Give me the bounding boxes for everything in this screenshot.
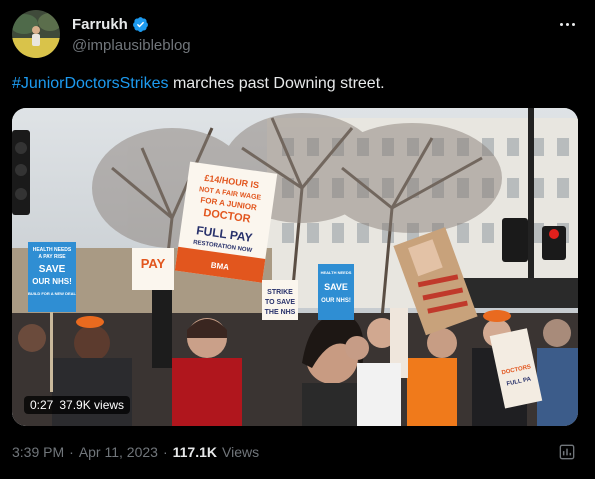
video-views: 37.9K views [59,398,125,412]
avatar[interactable] [12,10,60,58]
tweet-text: #JuniorDoctorsStrikes marches past Downi… [12,75,385,93]
placard-left-line5: BUILD FOR A NEW DEAL [28,291,76,296]
user-handle[interactable]: @implausibleblog [72,37,191,54]
more-options-icon[interactable] [555,12,579,36]
tweet-time-link[interactable]: 3:39 PM [12,444,64,460]
analytics-icon[interactable] [557,442,577,462]
video-player[interactable]: £14/HOUR IS NOT A FAIR WAGE FOR A JUNIOR… [12,108,578,426]
placard-left-line3: SAVE [39,264,66,275]
views-label: Views [222,444,260,460]
avatar-photo-icon [12,10,60,58]
video-info-badge: 0:27 37.9K views [24,396,131,414]
tweet-header: Farrukh @implausibleblog [12,10,583,60]
placard-strike-line3: THE NHS [265,309,296,316]
meta-separator: · [69,444,74,460]
placard-right-line3: OUR NHS! [321,298,351,304]
placard-right-line1: HEALTH NEEDS [321,270,352,275]
placard-left-line1: HEALTH NEEDS [33,247,72,253]
placard-left-line2: A PAY RISE [38,254,66,260]
tweet-metadata: 3:39 PM · Apr 11, 2023 · 117.1K Views [12,444,259,460]
meta-separator: · [162,444,168,460]
placard-left-line4: OUR NHS! [32,277,72,286]
verified-badge-icon [132,17,148,32]
tweet-date-link[interactable]: Apr 11, 2023 [79,444,158,460]
hashtag-link[interactable]: #JuniorDoctorsStrikes [12,75,169,92]
placard-strike-line2: TO SAVE [265,299,295,306]
placard-pay: PAY [141,256,166,271]
placard-strike-line1: STRIKE [267,289,293,296]
display-name[interactable]: Farrukh [72,16,128,33]
video-duration: 0:27 [30,398,54,412]
protest-scene-image: £14/HOUR IS NOT A FAIR WAGE FOR A JUNIOR… [12,108,578,426]
name-row: Farrukh [72,16,149,33]
tweet-body: marches past Downing street. [168,75,385,92]
placard-right-line2: SAVE [324,282,348,292]
views-count: 117.1K [172,444,217,460]
